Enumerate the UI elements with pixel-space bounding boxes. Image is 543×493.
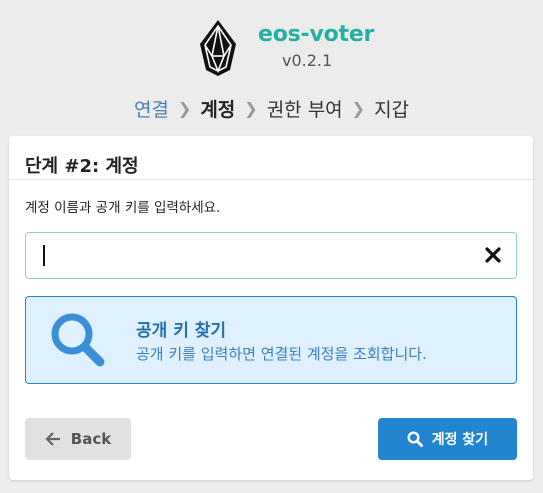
chevron-right-icon: ❯ bbox=[351, 98, 366, 118]
lookup-account-button[interactable]: 계정 찾기 bbox=[378, 418, 517, 460]
public-key-input[interactable] bbox=[42, 233, 466, 280]
search-icon bbox=[51, 313, 105, 367]
info-text: 공개 키를 입력하면 연결된 계정을 조회합니다. bbox=[136, 345, 427, 363]
app-window: eos-voter v0.2.1 연결 ❯ 계정 ❯ 권한 부여 ❯ 지갑 단계… bbox=[0, 0, 543, 493]
text-caret bbox=[43, 245, 45, 266]
public-key-field[interactable] bbox=[25, 232, 517, 280]
back-button[interactable]: Back bbox=[25, 418, 131, 460]
account-step-card: 단계 #2: 계정 계정 이름과 공개 키를 입력하세요. 공개 키 찾기 공개… bbox=[9, 136, 533, 480]
arrow-left-icon bbox=[45, 432, 60, 446]
app-version: v0.2.1 bbox=[282, 51, 333, 70]
card-title: 단계 #2: 계정 bbox=[25, 156, 139, 177]
lookup-account-label: 계정 찾기 bbox=[431, 432, 489, 448]
info-message: 공개 키 찾기 공개 키를 입력하면 연결된 계정을 조회합니다. bbox=[25, 296, 517, 384]
back-button-label: Back bbox=[70, 430, 112, 448]
step-connect[interactable]: 연결 bbox=[134, 95, 169, 122]
info-title: 공개 키 찾기 bbox=[136, 321, 227, 341]
divider bbox=[9, 179, 533, 180]
search-icon bbox=[407, 431, 423, 447]
app-title: eos-voter bbox=[258, 22, 375, 47]
header: eos-voter v0.2.1 bbox=[0, 0, 543, 90]
step-authorize: 권한 부여 bbox=[266, 98, 343, 121]
step-breadcrumb: 연결 ❯ 계정 ❯ 권한 부여 ❯ 지갑 bbox=[0, 94, 543, 122]
close-icon[interactable] bbox=[484, 246, 502, 264]
card-description: 계정 이름과 공개 키를 입력하세요. bbox=[25, 200, 221, 216]
chevron-right-icon: ❯ bbox=[177, 98, 192, 118]
eos-logo-icon bbox=[200, 20, 236, 76]
step-account: 계정 bbox=[200, 98, 236, 121]
chevron-right-icon: ❯ bbox=[244, 98, 258, 118]
step-wallet: 지갑 bbox=[374, 98, 410, 121]
